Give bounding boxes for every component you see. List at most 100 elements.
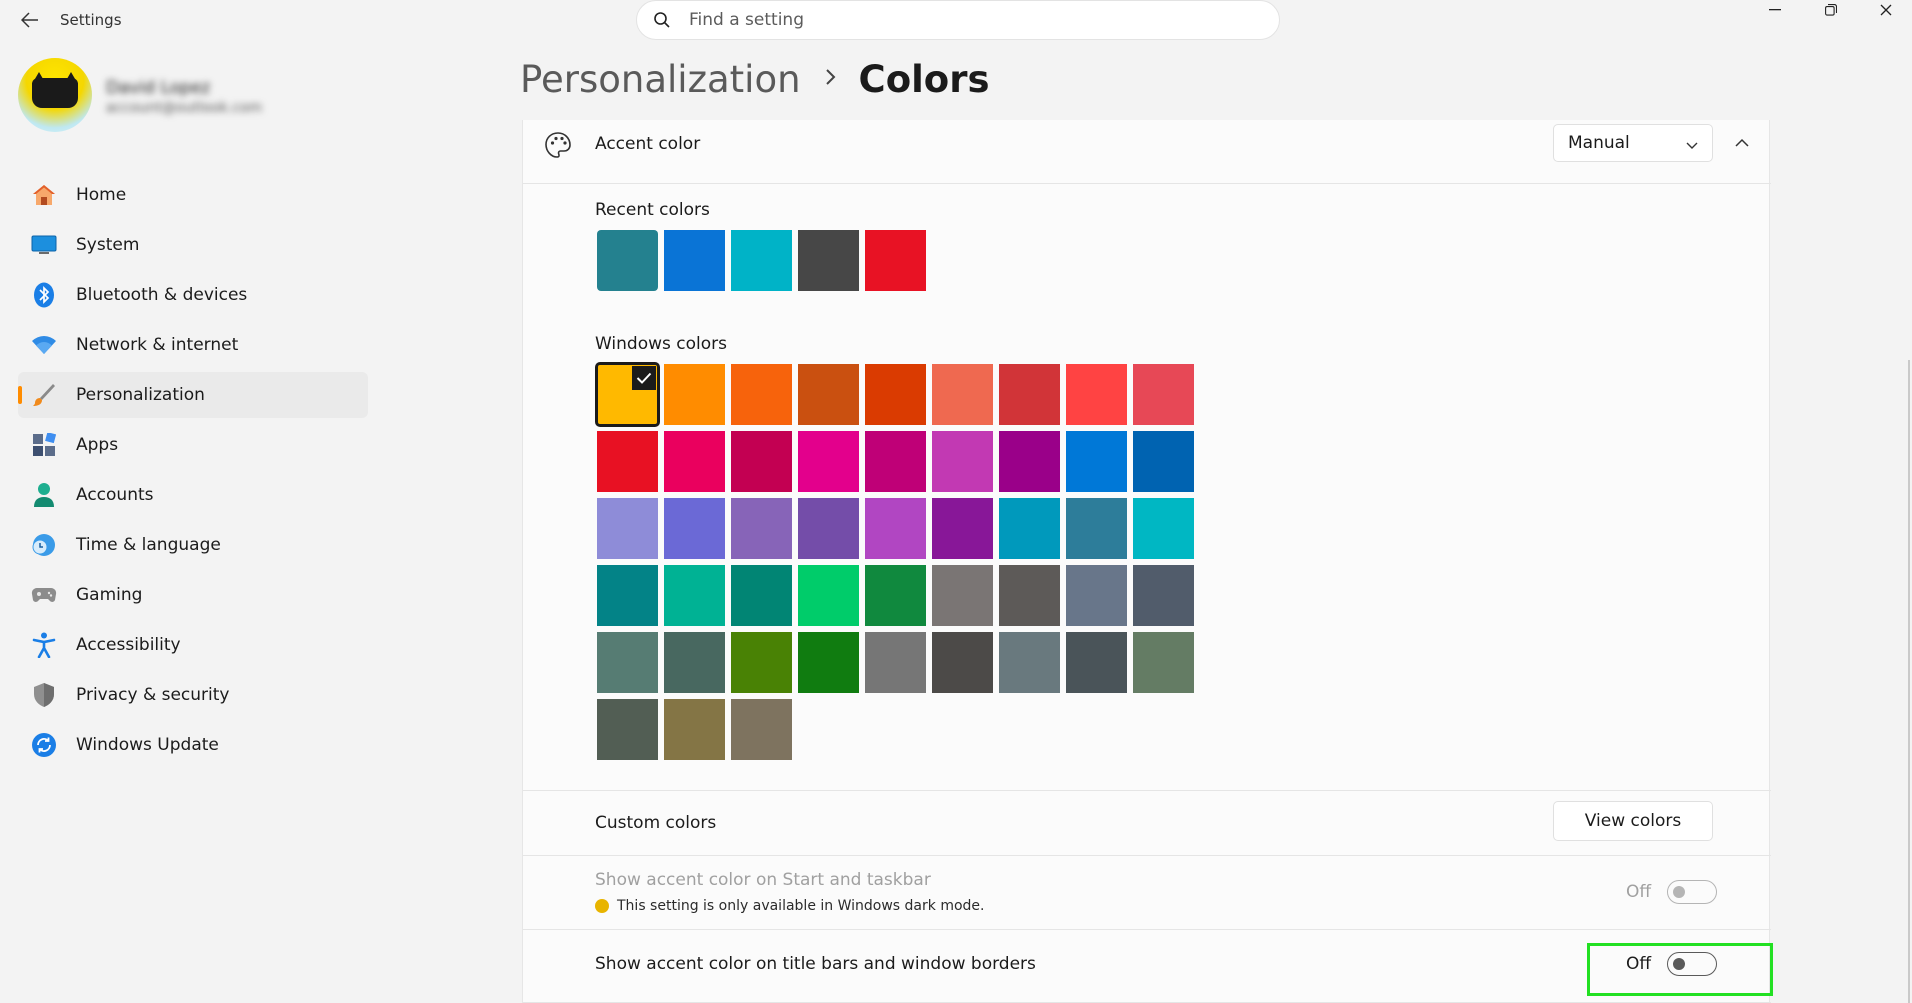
color-swatch[interactable] — [664, 230, 725, 291]
color-swatch[interactable] — [798, 565, 859, 626]
sidebar-item-bluetooth[interactable]: Bluetooth & devices — [18, 272, 368, 318]
color-swatch[interactable] — [932, 431, 993, 492]
shield-icon — [30, 681, 58, 709]
color-swatch[interactable] — [595, 362, 660, 427]
sidebar-item-apps[interactable]: Apps — [18, 422, 368, 468]
color-swatch[interactable] — [999, 632, 1060, 693]
minimize-button[interactable] — [1747, 0, 1803, 20]
color-swatch[interactable] — [664, 364, 725, 425]
sidebar-item-network[interactable]: Network & internet — [18, 322, 368, 368]
color-swatch[interactable] — [865, 498, 926, 559]
breadcrumb-parent[interactable]: Personalization — [520, 58, 801, 101]
collapse-button[interactable] — [1727, 128, 1757, 156]
color-swatch[interactable] — [664, 565, 725, 626]
sidebar-item-windows-update[interactable]: Windows Update — [18, 722, 368, 768]
color-swatch[interactable] — [664, 699, 725, 760]
user-email: account@outlook.com — [106, 100, 263, 116]
recent-colors-grid — [597, 230, 926, 291]
back-button[interactable] — [14, 6, 46, 34]
color-swatch[interactable] — [798, 431, 859, 492]
color-swatch[interactable] — [1066, 498, 1127, 559]
color-swatch[interactable] — [932, 498, 993, 559]
color-swatch[interactable] — [999, 431, 1060, 492]
color-swatch[interactable] — [999, 498, 1060, 559]
color-swatch[interactable] — [865, 632, 926, 693]
color-swatch[interactable] — [865, 364, 926, 425]
color-swatch[interactable] — [731, 565, 792, 626]
wifi-icon — [30, 331, 58, 359]
color-swatch[interactable] — [1133, 498, 1194, 559]
accent-mode-dropdown[interactable]: Manual — [1553, 124, 1713, 162]
color-swatch[interactable] — [597, 565, 658, 626]
scrollbar[interactable] — [1908, 360, 1910, 1003]
start-taskbar-accent-label: Show accent color on Start and taskbar — [595, 870, 931, 890]
color-swatch[interactable] — [597, 699, 658, 760]
colors-settings-panel: Accent color Manual Recent colors Window… — [522, 120, 1771, 1003]
color-swatch[interactable] — [664, 632, 725, 693]
back-arrow-icon — [21, 12, 38, 28]
color-swatch[interactable] — [999, 565, 1060, 626]
color-swatch[interactable] — [865, 230, 926, 291]
color-swatch[interactable] — [597, 230, 658, 291]
start-taskbar-toggle-state: Off — [1626, 882, 1652, 902]
color-swatch[interactable] — [999, 364, 1060, 425]
view-colors-button[interactable]: View colors — [1553, 801, 1713, 841]
color-swatch[interactable] — [731, 699, 792, 760]
color-swatch[interactable] — [731, 230, 792, 291]
color-swatch[interactable] — [798, 498, 859, 559]
page-title: Colors — [858, 58, 990, 101]
color-swatch[interactable] — [597, 632, 658, 693]
color-swatch[interactable] — [1066, 431, 1127, 492]
color-swatch[interactable] — [1133, 632, 1194, 693]
color-swatch[interactable] — [932, 364, 993, 425]
color-swatch[interactable] — [932, 565, 993, 626]
title-bars-toggle-state: Off — [1626, 954, 1652, 974]
color-swatch[interactable] — [798, 230, 859, 291]
title-bars-accent-toggle[interactable] — [1667, 952, 1718, 976]
start-taskbar-toggle-group: Off — [1626, 880, 1718, 904]
gamepad-icon — [30, 581, 58, 609]
color-swatch[interactable] — [597, 498, 658, 559]
sidebar-item-gaming[interactable]: Gaming — [18, 572, 368, 618]
user-name: David Lopez — [106, 78, 211, 98]
sidebar-item-home[interactable]: Home — [18, 172, 368, 218]
color-swatch[interactable] — [865, 565, 926, 626]
color-swatch[interactable] — [731, 431, 792, 492]
color-swatch[interactable] — [1133, 364, 1194, 425]
color-swatch[interactable] — [1066, 364, 1127, 425]
sidebar-item-system[interactable]: System — [18, 222, 368, 268]
color-swatch[interactable] — [597, 431, 658, 492]
color-swatch[interactable] — [1066, 565, 1127, 626]
sidebar-nav: Home System Bluetooth & devices Network … — [18, 172, 368, 772]
color-swatch[interactable] — [865, 431, 926, 492]
start-taskbar-accent-toggle[interactable] — [1667, 880, 1718, 904]
close-button[interactable] — [1858, 0, 1912, 20]
color-swatch[interactable] — [664, 431, 725, 492]
dark-mode-note-text: This setting is only available in Window… — [617, 898, 985, 914]
search-box[interactable] — [636, 0, 1280, 40]
color-swatch[interactable] — [1133, 565, 1194, 626]
color-swatch[interactable] — [932, 632, 993, 693]
color-swatch[interactable] — [731, 364, 792, 425]
color-swatch[interactable] — [731, 498, 792, 559]
avatar[interactable] — [18, 58, 92, 132]
color-swatch[interactable] — [1133, 431, 1194, 492]
color-swatch[interactable] — [798, 632, 859, 693]
search-input[interactable] — [689, 10, 1249, 30]
sidebar-item-privacy[interactable]: Privacy & security — [18, 672, 368, 718]
sidebar-item-accessibility[interactable]: Accessibility — [18, 622, 368, 668]
restore-button[interactable] — [1803, 0, 1859, 20]
breadcrumb: Personalization Colors — [520, 58, 990, 101]
sidebar-item-time-language[interactable]: Time & language — [18, 522, 368, 568]
color-swatch[interactable] — [664, 498, 725, 559]
apps-icon — [30, 431, 58, 459]
color-swatch[interactable] — [798, 364, 859, 425]
checkmark-icon — [632, 366, 656, 390]
color-swatch[interactable] — [731, 632, 792, 693]
windows-colors-label: Windows colors — [595, 334, 728, 354]
chevron-up-icon — [1735, 138, 1749, 147]
sidebar-item-accounts[interactable]: Accounts — [18, 472, 368, 518]
color-swatch[interactable] — [1066, 632, 1127, 693]
sidebar-item-personalization[interactable]: Personalization — [18, 372, 368, 418]
accent-color-label: Accent color — [595, 134, 701, 154]
